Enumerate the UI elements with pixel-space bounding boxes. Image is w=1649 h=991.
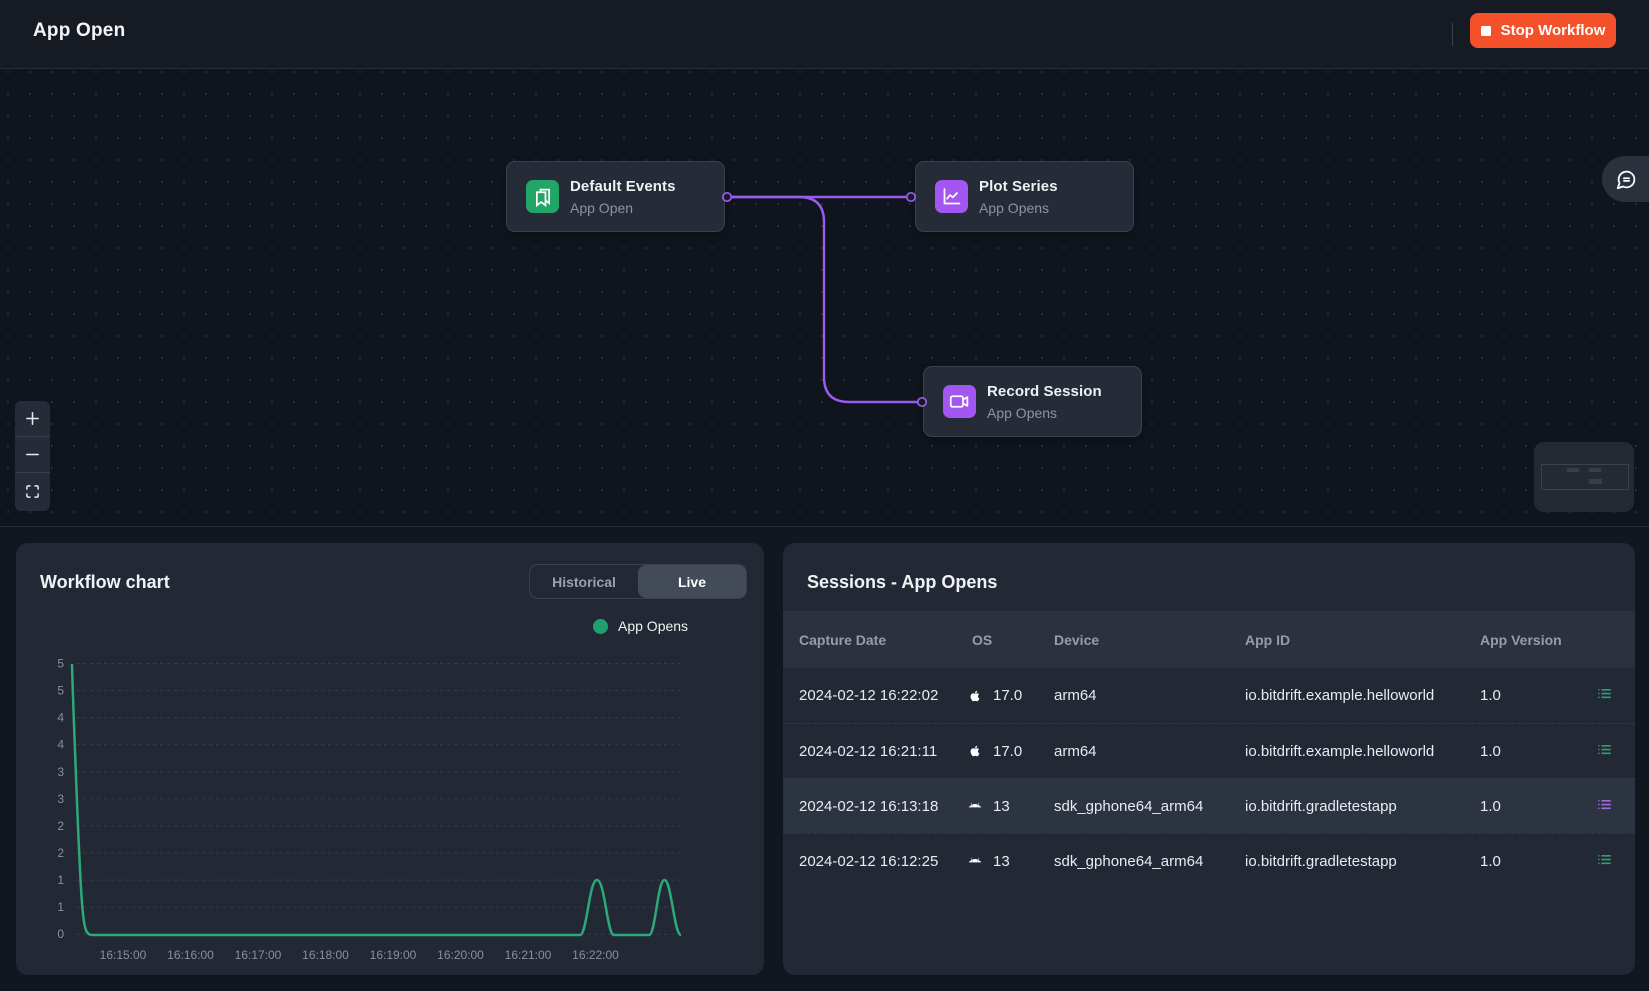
svg-text:3: 3 — [57, 765, 64, 779]
svg-text:16:22:00: 16:22:00 — [572, 948, 619, 962]
svg-text:2: 2 — [57, 819, 64, 833]
svg-text:1: 1 — [57, 900, 64, 914]
svg-text:16:17:00: 16:17:00 — [235, 948, 282, 962]
svg-text:16:18:00: 16:18:00 — [302, 948, 349, 962]
svg-text:16:21:00: 16:21:00 — [505, 948, 552, 962]
svg-text:0: 0 — [57, 927, 64, 941]
svg-text:16:20:00: 16:20:00 — [437, 948, 484, 962]
svg-text:5: 5 — [57, 684, 64, 698]
svg-text:5: 5 — [57, 657, 64, 671]
svg-text:1: 1 — [57, 873, 64, 887]
svg-text:16:15:00: 16:15:00 — [100, 948, 147, 962]
svg-text:4: 4 — [57, 738, 64, 752]
svg-text:4: 4 — [57, 711, 64, 725]
svg-text:3: 3 — [57, 792, 64, 806]
svg-text:16:16:00: 16:16:00 — [167, 948, 214, 962]
svg-text:16:19:00: 16:19:00 — [370, 948, 417, 962]
svg-text:2: 2 — [57, 846, 64, 860]
